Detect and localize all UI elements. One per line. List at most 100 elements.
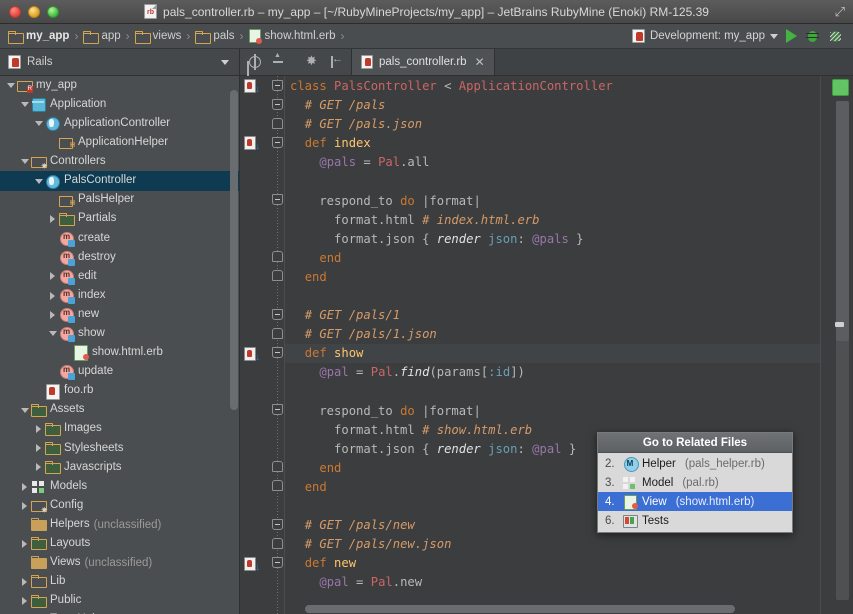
tree-item-test-unit[interactable]: Test::Unit — [0, 611, 239, 614]
fold-marker[interactable] — [272, 99, 283, 110]
tree-item-applicationcontroller[interactable]: ApplicationController — [0, 114, 239, 133]
code-line[interactable]: end — [285, 268, 820, 287]
fold-marker[interactable] — [272, 347, 283, 358]
code-line[interactable]: @pals = Pal.all — [285, 153, 820, 172]
tree-item-helpers[interactable]: Helpers(unclassified) — [0, 515, 239, 534]
fold-marker[interactable] — [272, 328, 283, 339]
breadcrumb-item-my-app[interactable]: my_app — [8, 30, 69, 42]
breadcrumb-item-show-html-erb[interactable]: show.html.erb — [249, 29, 336, 43]
code-line[interactable]: format.json { render json: @pals } — [285, 230, 820, 249]
tree-item-palscontroller[interactable]: PalsController — [0, 171, 239, 190]
inspection-status-indicator[interactable] — [832, 79, 849, 96]
chevron-right-icon[interactable] — [32, 425, 45, 433]
code-line[interactable] — [285, 172, 820, 191]
tree-item-layouts[interactable]: Layouts — [0, 534, 239, 553]
tree-item-models[interactable]: Models — [0, 477, 239, 496]
minimize-window-button[interactable] — [28, 6, 40, 18]
tree-item-partials[interactable]: Partials — [0, 210, 239, 229]
rails-panel-header[interactable]: Rails — [0, 49, 240, 75]
fullscreen-icon[interactable]: ⤢ — [835, 5, 845, 18]
chevron-down-icon[interactable] — [32, 179, 45, 184]
code-line[interactable]: # GET /pals.json — [285, 115, 820, 134]
tree-item-create[interactable]: create — [0, 229, 239, 248]
zoom-window-button[interactable] — [47, 6, 59, 18]
chevron-down-icon[interactable] — [18, 159, 31, 164]
close-icon[interactable]: ✕ — [475, 55, 485, 69]
go-to-related-files-popup[interactable]: Go to Related Files 2.Helper(pals_helper… — [597, 432, 793, 533]
code-line[interactable]: # GET /pals/new.json — [285, 535, 820, 554]
code-line[interactable]: def index — [285, 134, 820, 153]
window-controls[interactable] — [0, 6, 59, 18]
tree-item-javascripts[interactable]: Javascripts — [0, 458, 239, 477]
chevron-right-icon[interactable] — [18, 483, 31, 491]
collapse-all-icon[interactable] — [271, 55, 285, 69]
tree-item-update[interactable]: update — [0, 362, 239, 381]
chevron-right-icon[interactable] — [46, 272, 59, 280]
tree-item-images[interactable]: Images — [0, 420, 239, 439]
chevron-right-icon[interactable] — [46, 292, 59, 300]
fold-marker[interactable] — [272, 251, 283, 262]
rails-project-tree[interactable]: my_appApplicationApplicationControllerAp… — [0, 76, 240, 614]
code-line[interactable]: # GET /pals/1 — [285, 306, 820, 325]
chevron-right-icon[interactable] — [18, 578, 31, 586]
fold-marker[interactable] — [272, 480, 283, 491]
chevron-right-icon[interactable] — [46, 215, 59, 223]
fold-marker[interactable] — [272, 404, 283, 415]
tree-item-applicationhelper[interactable]: ApplicationHelper — [0, 133, 239, 152]
code-line[interactable]: @pal = Pal.new — [285, 573, 820, 592]
fold-marker[interactable] — [272, 309, 283, 320]
run-method-gutter-icon[interactable]: ↓ — [244, 136, 258, 150]
editor-horizontal-scrollbar-thumb[interactable] — [305, 605, 735, 613]
run-method-gutter-icon[interactable]: ↓ — [244, 347, 258, 361]
fold-marker[interactable] — [272, 80, 283, 91]
code-line[interactable]: respond_to do |format| — [285, 192, 820, 211]
tree-item-index[interactable]: index — [0, 286, 239, 305]
code-line[interactable]: format.html # index.html.erb — [285, 211, 820, 230]
tree-item-show[interactable]: show — [0, 324, 239, 343]
chevron-down-icon[interactable] — [46, 331, 59, 336]
chevron-right-icon[interactable] — [32, 444, 45, 452]
code-line[interactable]: class PalsController < ApplicationContro… — [285, 77, 820, 96]
chevron-right-icon[interactable] — [18, 502, 31, 510]
hide-icon[interactable] — [329, 55, 343, 69]
chevron-down-icon[interactable] — [18, 408, 31, 413]
code-line[interactable]: # GET /pals/1.json — [285, 325, 820, 344]
run-configuration-selector[interactable]: Development: my_app — [632, 29, 778, 43]
locate-icon[interactable] — [248, 55, 262, 69]
tree-item-application[interactable]: Application — [0, 95, 239, 114]
fold-marker[interactable] — [272, 270, 283, 281]
popup-item-view[interactable]: 4.View(show.html.erb) — [598, 492, 792, 511]
popup-item-tests[interactable]: 6.Tests — [598, 511, 792, 530]
close-window-button[interactable] — [9, 6, 21, 18]
tree-scrollbar[interactable] — [230, 90, 238, 410]
tree-item-controllers[interactable]: Controllers — [0, 152, 239, 171]
tree-item-destroy[interactable]: destroy — [0, 248, 239, 267]
code-line[interactable]: # GET /pals — [285, 96, 820, 115]
chevron-right-icon[interactable] — [32, 463, 45, 471]
fold-marker[interactable] — [272, 461, 283, 472]
tree-item-new[interactable]: new — [0, 305, 239, 324]
chevron-down-icon[interactable] — [4, 83, 17, 88]
debug-icon[interactable] — [805, 29, 820, 44]
code-line[interactable]: def show — [285, 344, 820, 363]
editor-gutter[interactable]: ↓ ↓ ↓ ↓ — [240, 76, 285, 614]
fold-marker[interactable] — [272, 538, 283, 549]
tree-item-show-html-erb[interactable]: show.html.erb — [0, 343, 239, 362]
fold-marker[interactable] — [272, 194, 283, 205]
editor-marker-bar[interactable] — [820, 76, 853, 614]
code-line[interactable]: end — [285, 249, 820, 268]
code-line[interactable]: def new — [285, 554, 820, 573]
popup-item-model[interactable]: 3.Model(pal.rb) — [598, 473, 792, 492]
chevron-right-icon[interactable] — [18, 597, 31, 605]
breadcrumb-item-pals[interactable]: pals — [195, 30, 234, 42]
breadcrumb-item-app[interactable]: app — [83, 30, 120, 42]
code-editor[interactable]: ↓ ↓ ↓ ↓ — [240, 76, 853, 614]
code-line[interactable] — [285, 287, 820, 306]
run-method-gutter-icon[interactable]: ↓ — [244, 557, 258, 571]
editor-vertical-scrollbar-thumb[interactable] — [836, 101, 849, 341]
chevron-down-icon[interactable] — [221, 60, 229, 65]
settings-icon[interactable] — [306, 55, 320, 69]
tree-item-stylesheets[interactable]: Stylesheets — [0, 439, 239, 458]
popup-item-helper[interactable]: 2.Helper(pals_helper.rb) — [598, 454, 792, 473]
tree-item-views[interactable]: Views(unclassified) — [0, 553, 239, 572]
